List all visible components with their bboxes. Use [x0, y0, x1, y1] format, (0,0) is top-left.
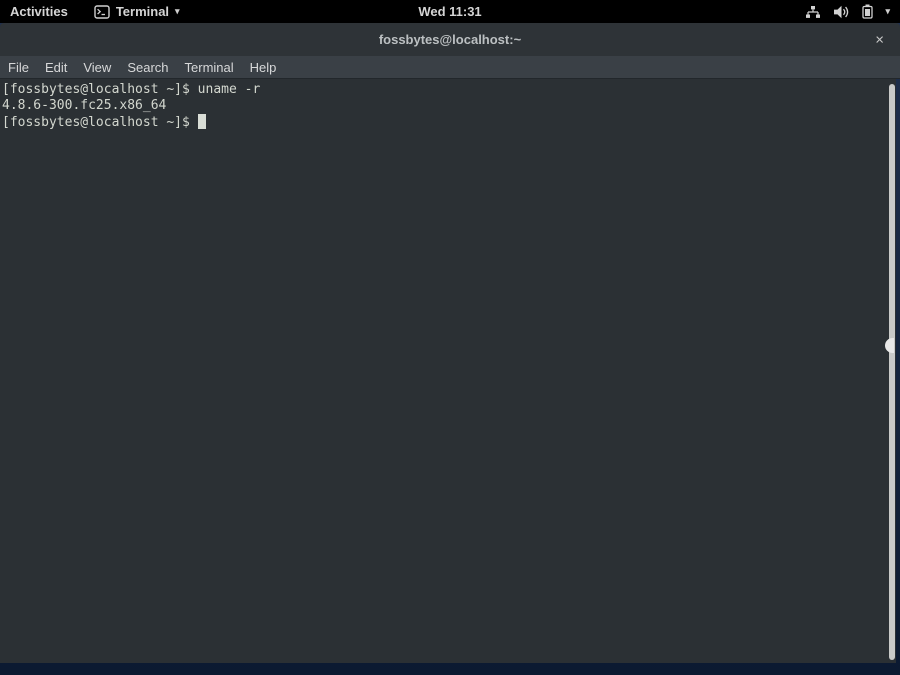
- close-icon[interactable]: ×: [871, 30, 888, 49]
- chevron-down-icon: ▾: [885, 7, 890, 16]
- network-icon: [805, 5, 821, 19]
- menu-search[interactable]: Search: [127, 60, 168, 75]
- terminal-cursor: [198, 114, 206, 129]
- prompt-text: [fossbytes@localhost ~]$: [2, 115, 198, 130]
- menu-view[interactable]: View: [83, 60, 111, 75]
- scrollbar[interactable]: [889, 84, 895, 660]
- top-bar: Activities Terminal ▾ Wed 11:31: [0, 0, 900, 23]
- menu-help[interactable]: Help: [250, 60, 277, 75]
- volume-icon: [833, 5, 850, 19]
- app-menu-terminal[interactable]: Terminal ▾: [88, 0, 186, 23]
- activities-button[interactable]: Activities: [0, 0, 78, 23]
- desktop: { "top_bar": { "activities_label": "Acti…: [0, 0, 900, 675]
- activities-label: Activities: [10, 4, 68, 19]
- battery-icon: [862, 4, 873, 19]
- window-title: fossbytes@localhost:~: [379, 32, 521, 47]
- window-title-bar[interactable]: fossbytes@localhost:~ ×: [0, 23, 900, 56]
- chevron-down-icon: ▾: [175, 7, 180, 16]
- mouse-pointer: [885, 338, 894, 353]
- terminal-line-output: 4.8.6-300.fc25.x86_64: [2, 98, 896, 114]
- system-status-area[interactable]: ▾: [805, 0, 890, 23]
- terminal-line-command: [fossbytes@localhost ~]$ uname -r: [2, 82, 896, 98]
- terminal-output[interactable]: [fossbytes@localhost ~]$ uname -r 4.8.6-…: [0, 79, 896, 663]
- app-menu-label: Terminal: [116, 4, 169, 19]
- clock[interactable]: Wed 11:31: [418, 4, 481, 19]
- terminal-app-icon: [94, 5, 110, 19]
- terminal-line-prompt: [fossbytes@localhost ~]$: [2, 114, 896, 131]
- menu-file[interactable]: File: [8, 60, 29, 75]
- menu-terminal[interactable]: Terminal: [185, 60, 234, 75]
- menu-bar: File Edit View Search Terminal Help: [0, 56, 900, 79]
- menu-edit[interactable]: Edit: [45, 60, 67, 75]
